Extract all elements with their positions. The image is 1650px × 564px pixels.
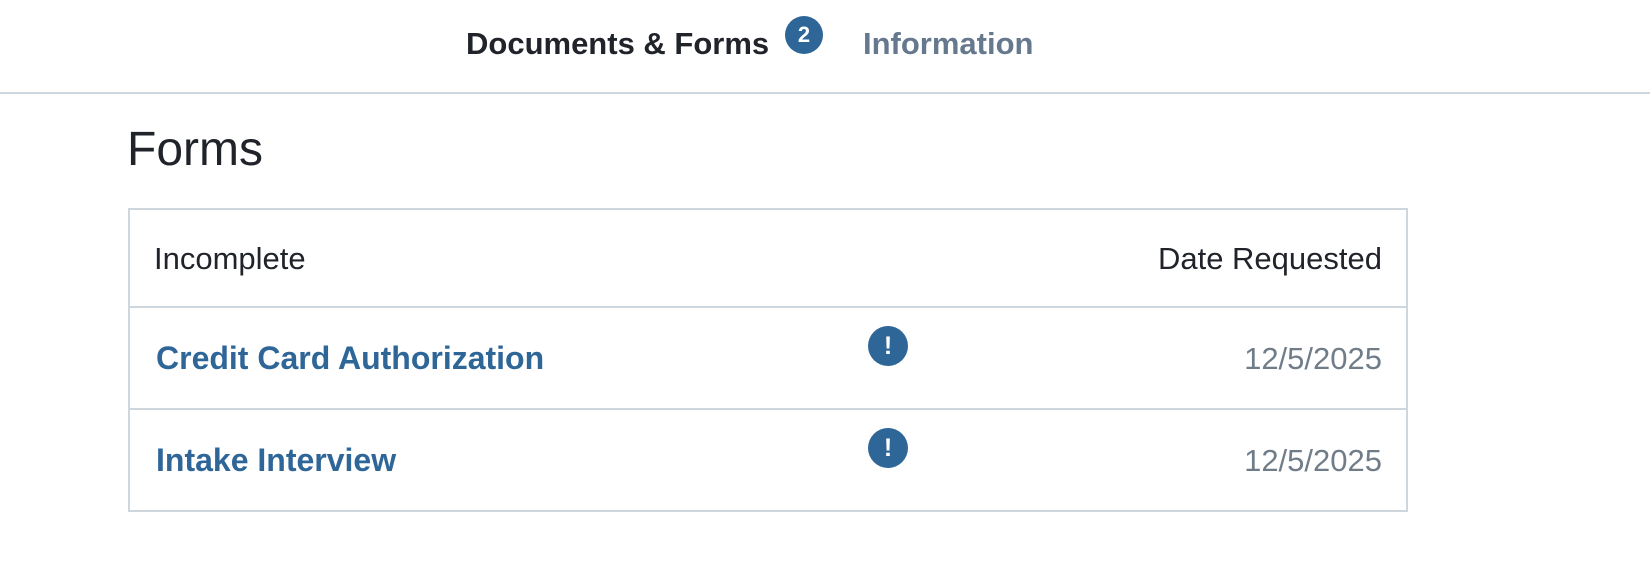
table-row: Credit Card Authorization ! 12/5/2025	[130, 308, 1406, 410]
tab-documents-forms-label: Documents & Forms	[466, 26, 770, 61]
incomplete-column-header: Incomplete	[154, 241, 306, 276]
tab-information-label: Information	[863, 26, 1034, 61]
tab-information[interactable]: Information	[863, 24, 1034, 64]
credit-card-authorization-link[interactable]: Credit Card Authorization	[156, 338, 544, 378]
date-requested-column-header: Date Requested	[1157, 241, 1382, 276]
intake-interview-link[interactable]: Intake Interview	[156, 440, 396, 480]
date-requested: 12/5/2025	[1244, 341, 1382, 376]
tab-count-badge: 2	[785, 16, 823, 54]
tab-documents-forms[interactable]: Documents & Forms	[466, 24, 769, 64]
table-row: Intake Interview ! 12/5/2025	[130, 410, 1406, 512]
exclamation-icon: !	[868, 428, 908, 468]
top-tab-bar: Documents & Forms 2 Information	[0, 0, 1650, 94]
forms-section-title: Forms	[127, 123, 263, 176]
forms-table: Incomplete Date Requested Credit Card Au…	[128, 208, 1408, 512]
date-requested: 12/5/2025	[1244, 443, 1382, 478]
forms-table-header: Incomplete Date Requested	[130, 210, 1406, 308]
exclamation-icon: !	[868, 326, 908, 366]
